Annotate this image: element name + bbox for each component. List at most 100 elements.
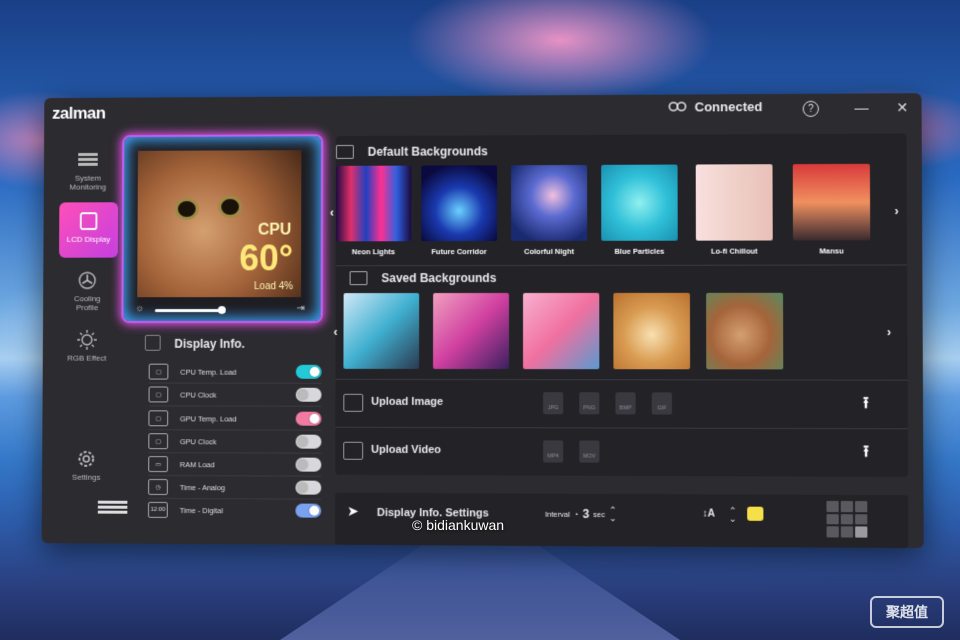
interval-value[interactable]: 3: [582, 507, 589, 521]
font-size-stepper[interactable]: ⌃ ⌄: [729, 506, 737, 524]
minimize-button[interactable]: —: [850, 96, 872, 118]
sidebar-item-label: System Monitoring: [69, 173, 107, 192]
toggle-row-time-analog: ◷ Time - Analog: [148, 475, 322, 500]
interval-label: Interval: [545, 509, 570, 519]
app-logo: zalman: [52, 103, 106, 123]
saved-next-arrow-icon[interactable]: ›: [887, 325, 891, 339]
default-backgrounds-title: Default Backgrounds: [367, 144, 488, 159]
sidebar-item-system-monitoring[interactable]: System Monitoring: [54, 149, 123, 192]
video-icon: [343, 441, 364, 460]
toggle-row-ram-load: ▭ RAM Load: [148, 453, 322, 477]
bg-label: Mansu: [819, 246, 844, 256]
rotate-icon[interactable]: ⇥: [297, 303, 305, 314]
sun-icon: [76, 329, 98, 351]
cpu-temp-toggle[interactable]: [295, 364, 322, 379]
interval-control: Interval ◔ 3 sec ⌃ ⌄: [545, 505, 617, 523]
layout-grid-icon[interactable]: [826, 500, 868, 538]
saved-thumb-5[interactable]: [706, 292, 784, 370]
time-digital-toggle[interactable]: [295, 503, 322, 518]
watermark-text: © bidiankuwan: [412, 517, 505, 533]
cursor-icon: ➤: [347, 502, 359, 519]
bg-label: Neon Lights: [351, 247, 396, 257]
brightness-slider[interactable]: [154, 309, 222, 313]
connection-label: Connected: [694, 99, 763, 115]
close-button[interactable]: ✕: [891, 96, 913, 118]
ram-load-toggle[interactable]: [295, 457, 322, 472]
sidebar-item-lcd-display[interactable]: LCD Display: [59, 202, 119, 258]
lcd-preview: CPU 60° Load 4% ☼ ⇥: [121, 134, 324, 323]
gallery-icon: [335, 144, 354, 159]
brightness-slider-handle[interactable]: [217, 306, 226, 315]
clock-icon: ◷: [148, 478, 168, 495]
toggle-row-gpu-temp: ▢ GPU Temp. Load: [148, 407, 322, 431]
section-divider: [335, 264, 908, 267]
saved-thumb-2[interactable]: [433, 292, 510, 370]
cpu-clock-toggle[interactable]: [295, 387, 322, 402]
brand-stripes-icon: [97, 499, 128, 517]
sidebar-item-settings[interactable]: Settings: [52, 448, 121, 482]
gallery-icon: [349, 271, 368, 286]
toggle-row-gpu-clock: ▢ GPU Clock: [148, 430, 322, 454]
interval-stepper[interactable]: ⌃ ⌄: [609, 505, 617, 523]
connection-status: Connected: [668, 99, 762, 115]
gpu-clock-toggle[interactable]: [295, 434, 322, 449]
overlay-cpu-value: 60°: [239, 237, 294, 279]
upload-video-row[interactable]: Upload Video MP4 MOV ⭱: [335, 429, 908, 477]
bg-thumb-mansu[interactable]: [792, 163, 871, 241]
gpu-temp-icon: ▢: [148, 410, 169, 427]
bg-thumb-blue-particles[interactable]: [601, 164, 678, 241]
lcd-icon: [78, 210, 100, 232]
gpu-temp-toggle[interactable]: [295, 411, 322, 426]
brightness-icon: ☼: [135, 303, 145, 315]
corner-watermark: 聚超值: [870, 596, 944, 628]
toggle-label: CPU Clock: [180, 390, 217, 400]
cat-eye-left: [174, 198, 199, 220]
display-info-checkbox[interactable]: [144, 334, 161, 351]
bg-label: Colorful Night: [524, 246, 575, 256]
monitoring-icon: [77, 149, 99, 171]
interval-unit: sec: [593, 509, 606, 519]
overlay-cpu-load: Load 4%: [254, 281, 294, 293]
font-size-icon[interactable]: ↕A: [703, 508, 715, 519]
title-bar: zalman Connected ? — ✕: [44, 93, 921, 127]
saved-backgrounds-title: Saved Backgrounds: [381, 271, 497, 286]
upload-image-button[interactable]: ⭱: [857, 392, 875, 412]
toggle-label: GPU Temp. Load: [179, 413, 237, 423]
bg-label: Blue Particles: [614, 246, 665, 256]
default-next-arrow-icon[interactable]: ›: [895, 204, 899, 218]
ram-icon: ▭: [148, 456, 168, 473]
bg-thumb-neon-lights[interactable]: [335, 165, 412, 242]
toggle-label: RAM Load: [179, 459, 215, 469]
image-icon: [343, 393, 364, 412]
mov-format-icon: MOV: [579, 440, 600, 463]
upload-video-label: Upload Video: [371, 443, 442, 457]
time-analog-toggle[interactable]: [295, 480, 322, 495]
timer-icon: ◔: [573, 509, 579, 519]
upload-image-row[interactable]: Upload Image JPG PNG BMP GIF ⭱: [335, 381, 907, 428]
toggle-label: GPU Clock: [179, 436, 217, 446]
saved-thumb-1[interactable]: [343, 293, 420, 369]
gear-icon: [75, 448, 97, 470]
sidebar-item-label: Cooling Profile: [73, 294, 101, 313]
bg-thumb-future-corridor[interactable]: [421, 165, 498, 242]
default-prev-arrow-icon[interactable]: ‹: [330, 206, 334, 220]
brightness-bar: ☼ ⇥: [135, 303, 305, 315]
bg-label: Future Corridor: [431, 247, 487, 257]
bg-thumb-colorful-night[interactable]: [511, 164, 588, 242]
cpu-temp-icon: ▢: [148, 363, 169, 380]
mp4-format-icon: MP4: [543, 440, 564, 463]
link-icon: [668, 99, 686, 114]
bg-thumb-lofi-chillout[interactable]: [695, 164, 773, 241]
display-info-title: Display Info.: [174, 336, 245, 351]
default-backgrounds-header: Default Backgrounds: [335, 144, 488, 159]
fan-icon: [76, 270, 98, 292]
saved-prev-arrow-icon[interactable]: ‹: [334, 325, 338, 339]
saved-thumb-3[interactable]: [523, 292, 600, 370]
sidebar-item-rgb-effect[interactable]: RGB Effect: [53, 329, 122, 363]
help-button[interactable]: ?: [802, 100, 819, 117]
text-color-swatch[interactable]: [747, 506, 764, 521]
upload-video-button[interactable]: ⭱: [857, 440, 875, 460]
sidebar-item-cooling-profile[interactable]: Cooling Profile: [53, 269, 122, 312]
saved-thumb-4[interactable]: [613, 292, 691, 370]
toggle-row-cpu-clock: ▢ CPU Clock: [148, 383, 322, 407]
